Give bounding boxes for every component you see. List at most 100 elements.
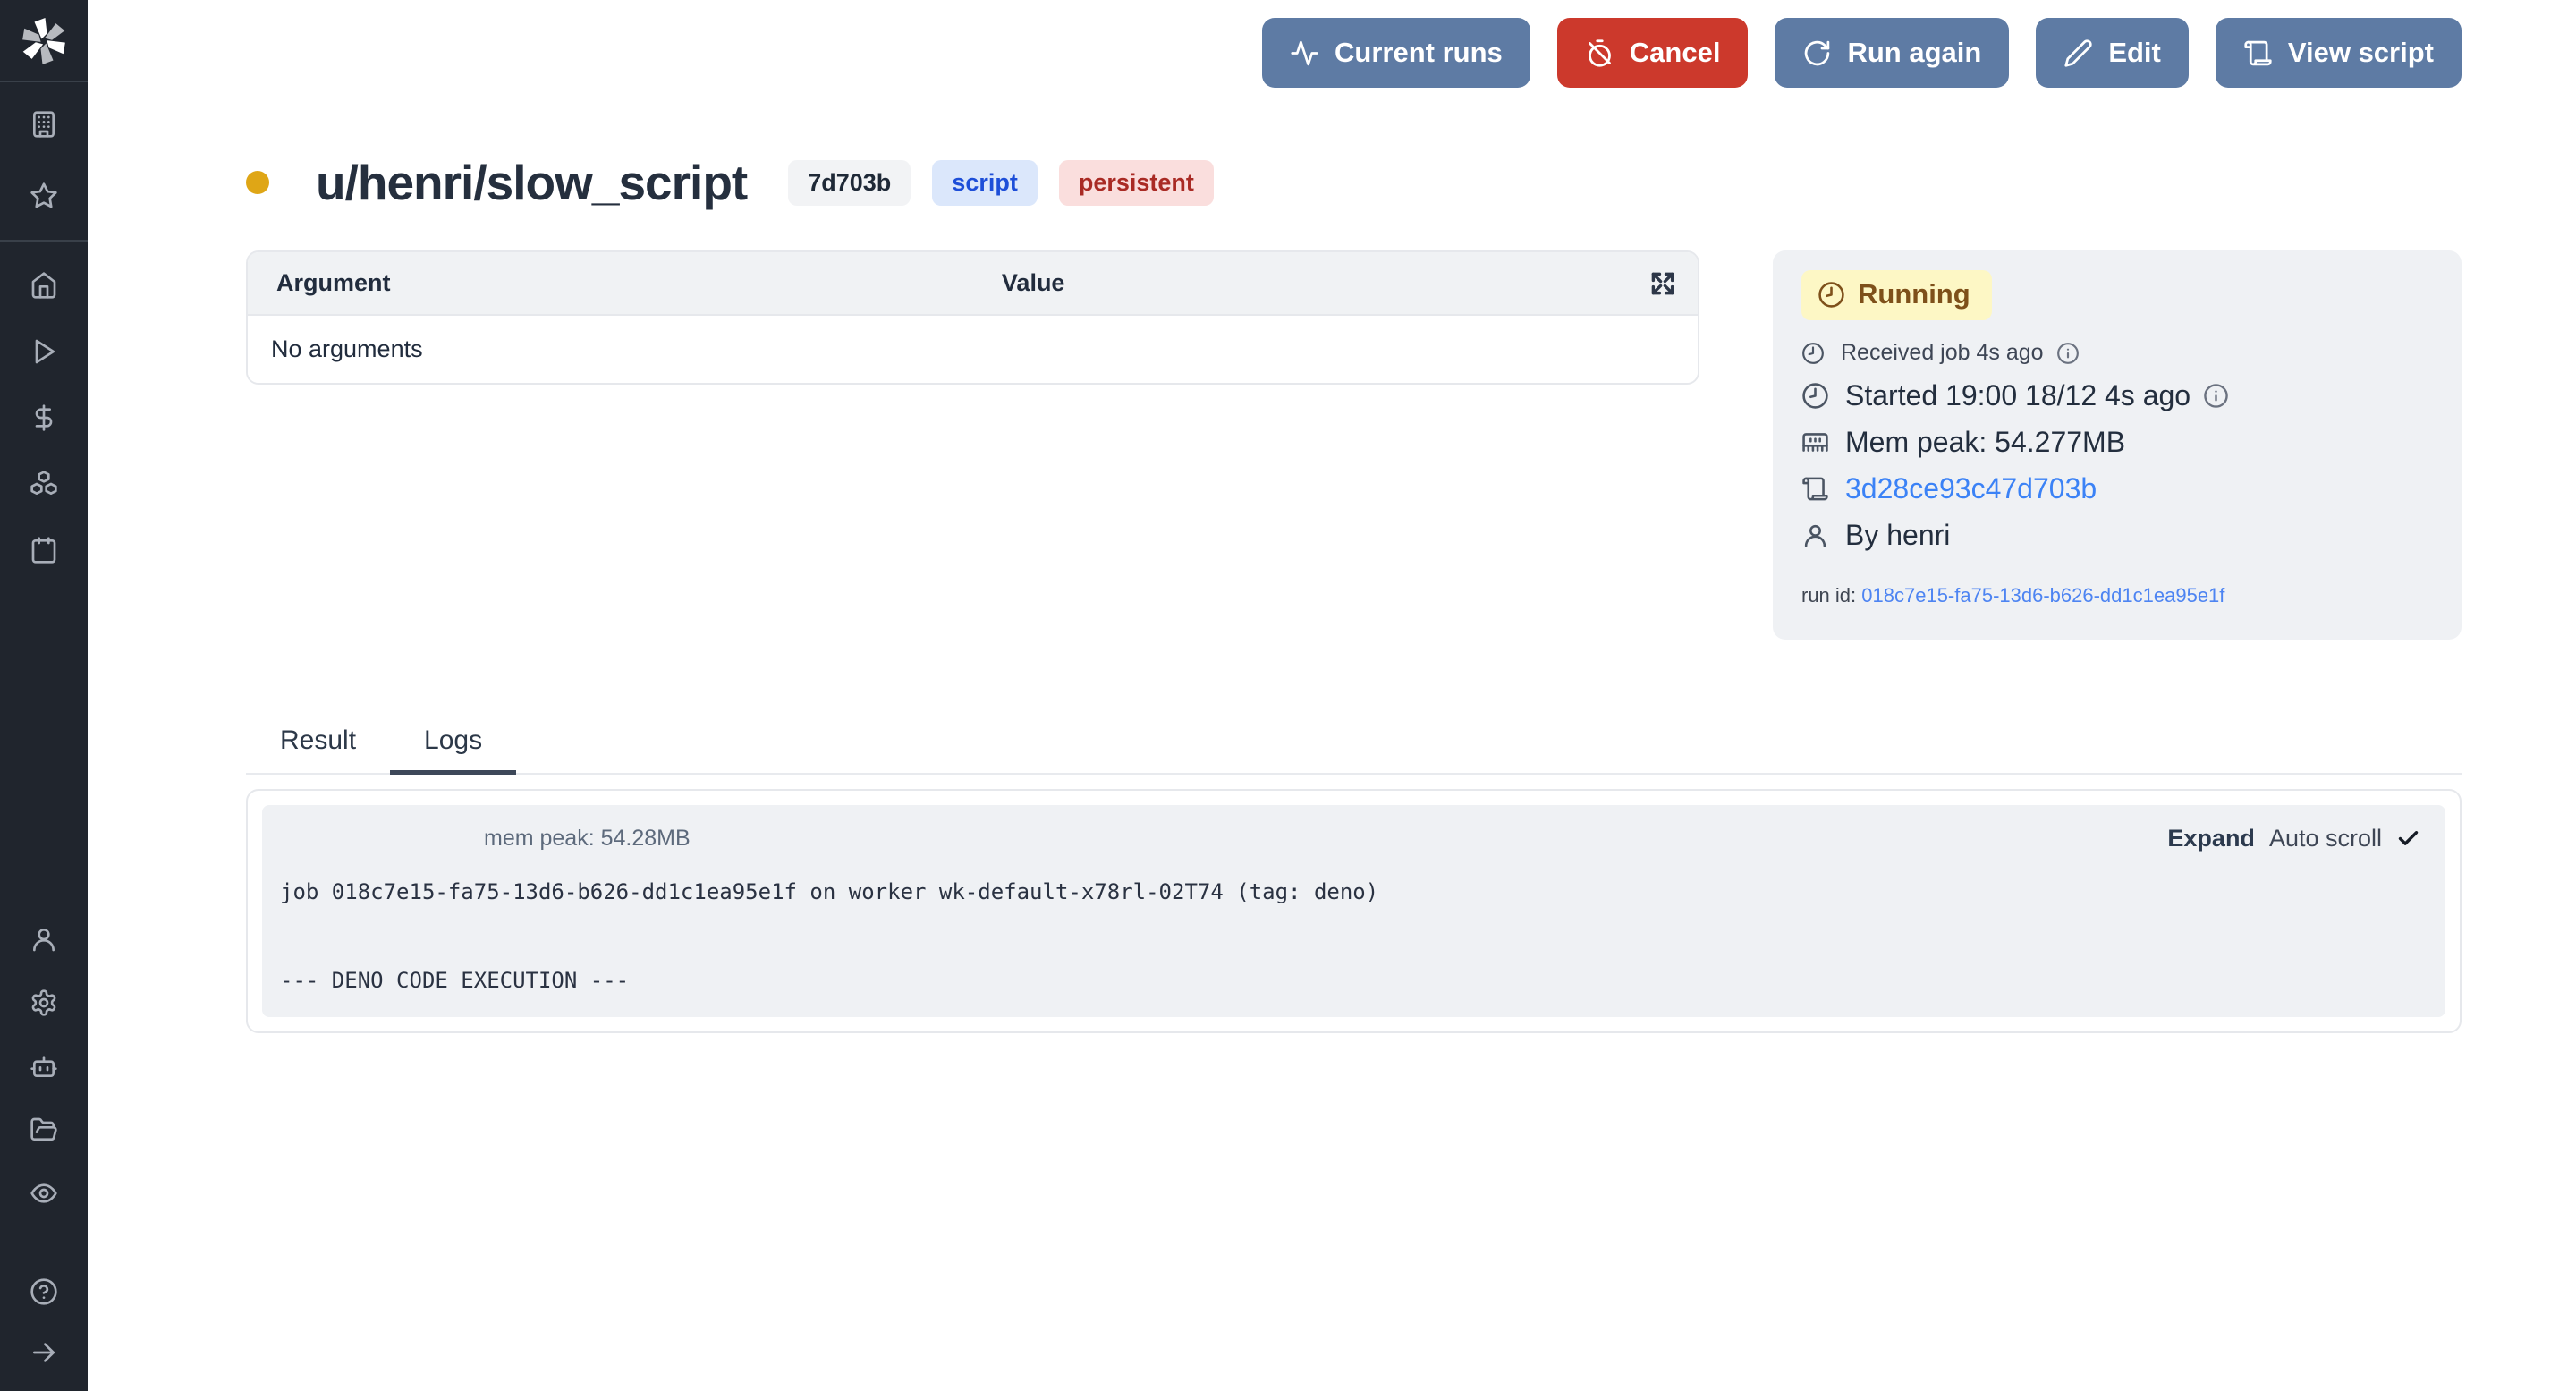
run-id-row: run id: 018c7e15-fa75-13d6-b626-dd1c1ea9… xyxy=(1801,584,2435,607)
sidebar-item-resources[interactable] xyxy=(22,469,65,499)
cancel-button[interactable]: Cancel xyxy=(1557,18,1749,88)
status-badge: Running xyxy=(1801,270,1992,320)
view-script-label: View script xyxy=(2288,37,2434,69)
author-text: By henri xyxy=(1845,519,1950,552)
status-label: Running xyxy=(1858,278,1970,310)
dollar-icon xyxy=(30,403,58,432)
folder-open-icon xyxy=(30,1115,58,1144)
received-text: Received job 4s ago xyxy=(1841,340,2044,366)
log-expand-button[interactable]: Expand xyxy=(2167,825,2255,852)
received-row: Received job 4s ago xyxy=(1801,340,2435,366)
kind-badge: script xyxy=(932,160,1038,206)
star-icon xyxy=(30,182,58,210)
page-title: u/henri/slow_script xyxy=(316,154,747,211)
info-icon[interactable] xyxy=(2056,342,2080,365)
log-output: job 018c7e15-fa75-13d6-b626-dd1c1ea95e1f… xyxy=(280,878,2420,996)
log-viewer-card: mem peak: 54.28MB Expand Auto scroll job… xyxy=(246,789,2462,1033)
author-row: By henri xyxy=(1801,519,2435,552)
calendar-icon xyxy=(30,536,58,564)
scroll-icon xyxy=(2243,38,2273,68)
main-content: Current runs Cancel Run again Edit xyxy=(88,0,2576,1391)
timer-off-icon xyxy=(1585,38,1614,68)
current-runs-label: Current runs xyxy=(1335,37,1503,69)
play-icon xyxy=(30,337,58,366)
tab-logs[interactable]: Logs xyxy=(390,725,516,773)
status-panel: Running Received job 4s ago xyxy=(1773,250,2462,640)
building-icon xyxy=(30,110,58,139)
script-hash-link[interactable]: 3d28ce93c47d703b xyxy=(1845,472,2097,505)
info-icon[interactable] xyxy=(2203,383,2229,409)
sidebar-collapse-toggle[interactable] xyxy=(22,1337,65,1368)
auto-scroll-toggle[interactable]: Auto scroll xyxy=(2269,825,2420,852)
check-icon xyxy=(2396,827,2420,851)
help-circle-icon xyxy=(30,1277,58,1306)
arguments-table: Argument Value No arguments xyxy=(246,250,1699,385)
clock-icon xyxy=(1818,281,1845,309)
log-viewer: mem peak: 54.28MB Expand Auto scroll job… xyxy=(262,805,2445,1017)
persistence-badge: persistent xyxy=(1059,160,1214,206)
edit-button[interactable]: Edit xyxy=(2036,18,2189,88)
log-mem-peak: mem peak: 54.28MB xyxy=(484,826,691,852)
column-argument: Argument xyxy=(248,269,1002,297)
arrow-right-icon xyxy=(30,1338,58,1367)
pen-icon xyxy=(2063,38,2093,68)
windmill-logo[interactable] xyxy=(17,0,71,81)
title-row: u/henri/slow_script 7d703b script persis… xyxy=(246,154,2462,211)
current-runs-button[interactable]: Current runs xyxy=(1262,18,1530,88)
robot-icon xyxy=(30,1052,58,1081)
sidebar-item-folders[interactable] xyxy=(22,1115,65,1145)
sidebar-item-audit-logs[interactable] xyxy=(22,1178,65,1209)
script-hash-row: 3d28ce93c47d703b xyxy=(1801,472,2435,505)
maximize-icon xyxy=(1648,268,1678,299)
tab-result[interactable]: Result xyxy=(246,725,390,773)
run-id-link[interactable]: 018c7e15-fa75-13d6-b626-dd1c1ea95e1f xyxy=(1861,584,2224,606)
app-window: Current runs Cancel Run again Edit xyxy=(0,0,2576,1391)
boxes-icon xyxy=(30,470,58,498)
log-actions: Expand Auto scroll xyxy=(2167,825,2420,852)
started-row: Started 19:00 18/12 4s ago xyxy=(1801,379,2435,412)
sidebar-item-account[interactable] xyxy=(22,924,65,954)
sidebar-item-workers[interactable] xyxy=(22,1051,65,1081)
column-value: Value xyxy=(1002,269,1065,297)
user-icon xyxy=(30,925,58,954)
arguments-table-header: Argument Value xyxy=(248,252,1698,314)
mem-peak-row: Mem peak: 54.277MB xyxy=(1801,426,2435,459)
run-again-button[interactable]: Run again xyxy=(1775,18,2009,88)
sidebar-item-help[interactable] xyxy=(22,1276,65,1307)
auto-scroll-label: Auto scroll xyxy=(2269,825,2382,852)
sidebar xyxy=(0,0,88,1391)
gear-icon xyxy=(30,988,58,1017)
user-icon xyxy=(1801,522,1829,549)
refresh-icon xyxy=(1802,38,1832,68)
sidebar-item-runs[interactable] xyxy=(22,336,65,367)
eye-icon xyxy=(30,1179,58,1208)
started-text: Started 19:00 18/12 4s ago xyxy=(1845,379,2190,412)
sidebar-item-home[interactable] xyxy=(22,270,65,301)
sidebar-item-workspace[interactable] xyxy=(22,109,65,140)
cancel-label: Cancel xyxy=(1630,37,1721,69)
memory-icon xyxy=(1801,428,1829,456)
title-badges: 7d703b script persistent xyxy=(788,160,1214,206)
sidebar-item-schedules[interactable] xyxy=(22,535,65,565)
action-toolbar: Current runs Cancel Run again Edit xyxy=(246,0,2462,88)
run-again-label: Run again xyxy=(1847,37,1981,69)
scroll-icon xyxy=(1801,475,1829,503)
clock-icon xyxy=(1801,382,1829,410)
mem-peak-text: Mem peak: 54.277MB xyxy=(1845,426,2125,459)
edit-label: Edit xyxy=(2108,37,2161,69)
sidebar-item-favorites[interactable] xyxy=(22,181,65,211)
result-logs-tabs: Result Logs xyxy=(246,725,2462,775)
log-topbar: mem peak: 54.28MB Expand Auto scroll xyxy=(280,825,2420,852)
expand-arguments-button[interactable] xyxy=(1648,268,1678,299)
windmill-logo-icon xyxy=(17,14,71,68)
home-icon xyxy=(30,271,58,300)
no-arguments-row: No arguments xyxy=(248,314,1698,383)
language-dot xyxy=(246,171,269,194)
clock-icon xyxy=(1801,342,1825,365)
view-script-button[interactable]: View script xyxy=(2216,18,2462,88)
activity-icon xyxy=(1290,38,1319,68)
sidebar-item-settings[interactable] xyxy=(22,988,65,1018)
hash-badge[interactable]: 7d703b xyxy=(788,160,911,206)
run-id-label: run id: xyxy=(1801,584,1856,606)
sidebar-item-variables[interactable] xyxy=(22,403,65,433)
